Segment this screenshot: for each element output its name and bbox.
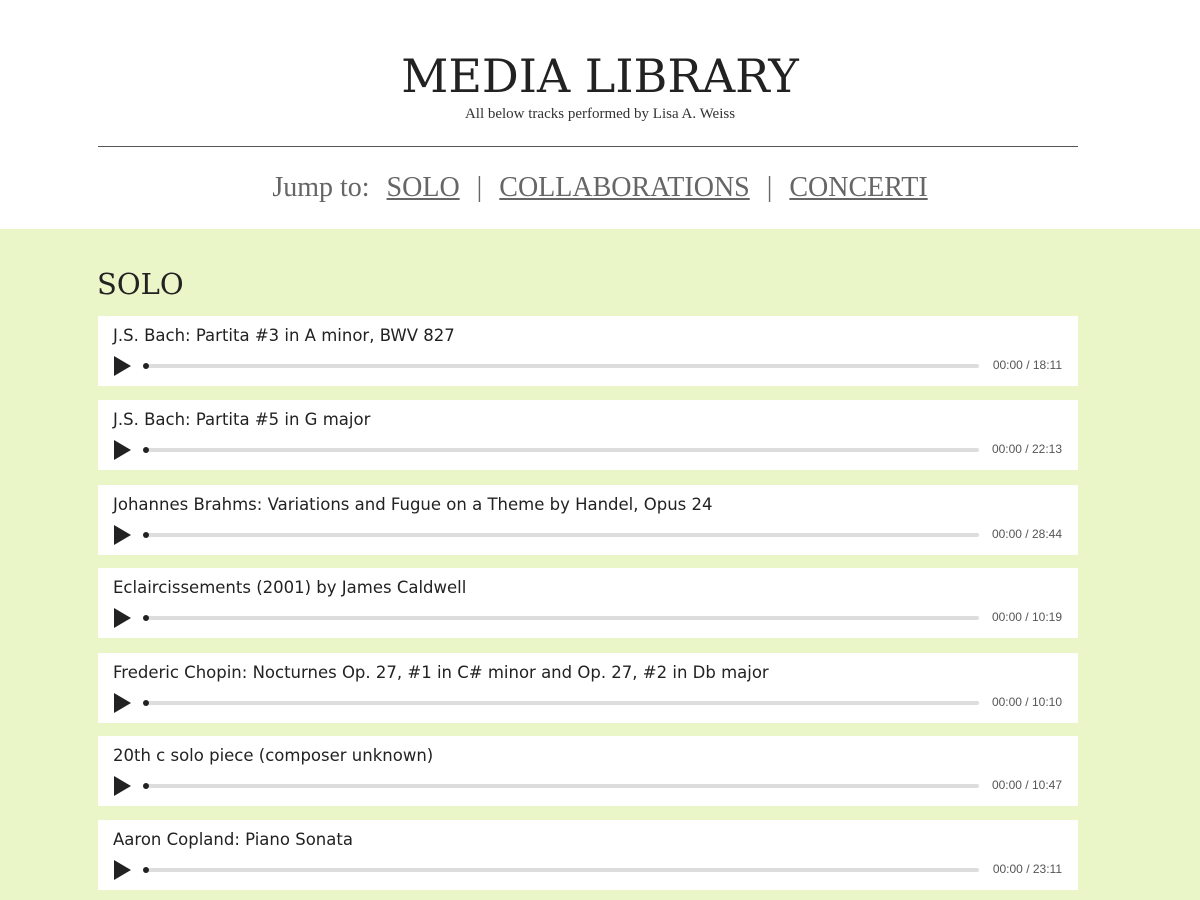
play-icon[interactable] [114,693,131,713]
track-time: 00:00 / 18:11 [992,358,1062,372]
track-item: J.S. Bach: Partita #5 in G major 00:00 /… [98,400,1078,470]
progress-bar[interactable] [143,783,979,789]
progress-bar[interactable] [143,700,979,706]
section-heading: SOLO [97,267,184,301]
track-item: J.S. Bach: Partita #3 in A minor, BWV 82… [98,316,1078,386]
progress-bar[interactable] [143,867,979,873]
page-header: MEDIA LIBRARY All below tracks performed… [0,0,1200,229]
track-time: 00:00 / 10:19 [991,610,1062,624]
track-item: 20th c solo piece (composer unknown) 00:… [98,736,1078,806]
play-icon[interactable] [114,608,131,628]
track-item: Frederic Chopin: Nocturnes Op. 27, #1 in… [98,653,1078,723]
progress-knob[interactable] [143,447,149,453]
progress-knob[interactable] [143,532,149,538]
play-icon[interactable] [114,525,131,545]
jump-link-concerti[interactable]: CONCERTI [789,172,927,203]
jump-nav-separator: | [476,172,483,203]
jump-nav-prefix: Jump to: [272,172,370,203]
track-time: 00:00 / 28:44 [991,527,1062,541]
track-item: Aaron Copland: Piano Sonata 00:00 / 23:1… [98,820,1078,890]
progress-bar[interactable] [143,363,979,369]
track-time: 00:00 / 22:13 [991,442,1062,456]
track-time: 00:00 / 23:11 [992,862,1062,876]
play-icon[interactable] [114,356,131,376]
track-title: J.S. Bach: Partita #5 in G major [113,410,371,429]
track-title: Aaron Copland: Piano Sonata [113,830,353,849]
jump-nav-separator: | [766,172,773,203]
jump-link-collaborations[interactable]: COLLABORATIONS [499,172,749,203]
page-title: MEDIA LIBRARY [401,49,799,103]
play-icon[interactable] [114,776,131,796]
track-time: 00:00 / 10:47 [991,778,1062,792]
track-title: Johannes Brahms: Variations and Fugue on… [113,495,713,514]
track-title: Eclaircissements (2001) by James Caldwel… [113,578,467,597]
progress-knob[interactable] [143,783,149,789]
audio-player: 00:00 / 10:19 [98,602,1078,630]
audio-player: 00:00 / 10:10 [98,687,1078,715]
audio-player: 00:00 / 28:44 [98,519,1078,547]
progress-knob[interactable] [143,615,149,621]
audio-player: 00:00 / 23:11 [98,854,1078,882]
jump-link-solo[interactable]: SOLO [387,172,460,203]
jump-nav: Jump to: SOLO | COLLABORATIONS | CONCERT… [0,172,1200,204]
track-time: 00:00 / 10:10 [991,695,1062,709]
track-item: Johannes Brahms: Variations and Fugue on… [98,485,1078,555]
progress-bar[interactable] [143,447,979,453]
audio-player: 00:00 / 10:47 [98,770,1078,798]
progress-knob[interactable] [143,363,149,369]
progress-knob[interactable] [143,700,149,706]
progress-bar[interactable] [143,615,979,621]
track-title: Frederic Chopin: Nocturnes Op. 27, #1 in… [113,663,769,682]
page-subtitle: All below tracks performed by Lisa A. We… [464,106,736,122]
header-divider [98,146,1078,147]
progress-knob[interactable] [143,867,149,873]
play-icon[interactable] [114,860,131,880]
track-title: 20th c solo piece (composer unknown) [113,746,434,765]
progress-bar[interactable] [143,532,979,538]
track-item: Eclaircissements (2001) by James Caldwel… [98,568,1078,638]
play-icon[interactable] [114,440,131,460]
audio-player: 00:00 / 18:11 [98,350,1078,378]
audio-player: 00:00 / 22:13 [98,434,1078,462]
solo-section: SOLO J.S. Bach: Partita #3 in A minor, B… [0,229,1200,900]
track-title: J.S. Bach: Partita #3 in A minor, BWV 82… [113,326,455,345]
